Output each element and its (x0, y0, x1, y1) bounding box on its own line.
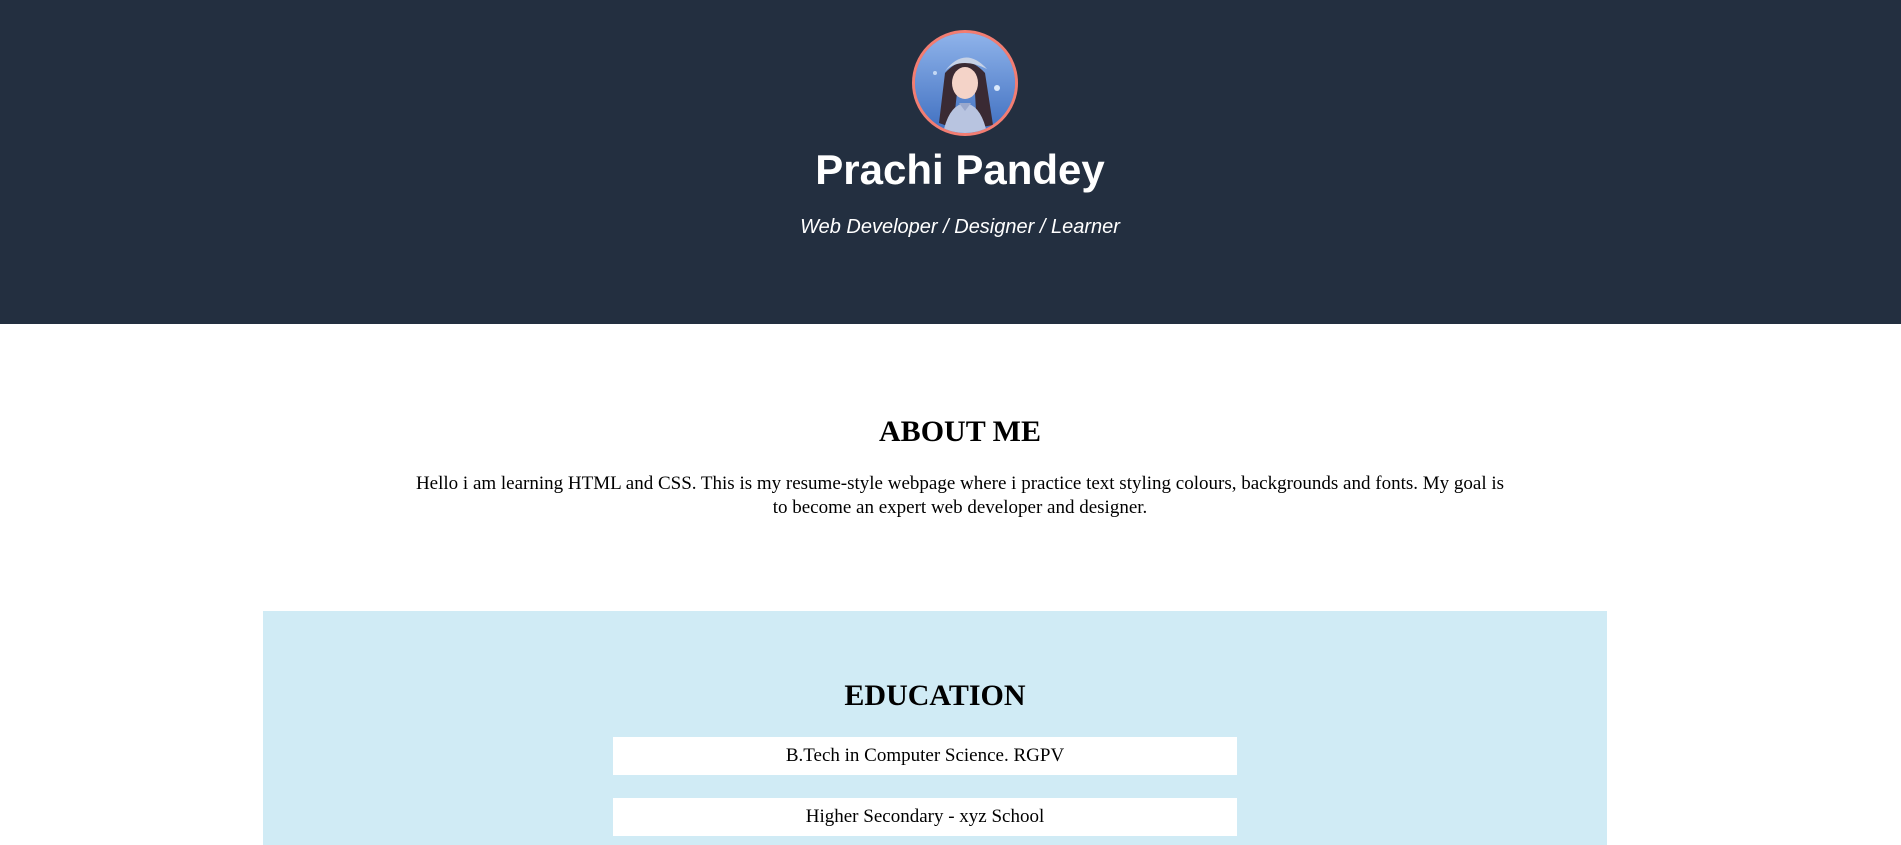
education-item: Higher Secondary - xyz School (613, 798, 1237, 836)
profile-tagline: Web Developer / Designer / Learner (800, 216, 1120, 238)
education-heading: EDUCATION (844, 679, 1026, 712)
profile-name: Prachi Pandey (815, 146, 1105, 193)
about-heading: ABOUT ME (879, 415, 1041, 448)
profile-header: Prachi Pandey Web Developer / Designer /… (0, 0, 1901, 324)
education-item: B.Tech in Computer Science. RGPV (613, 737, 1237, 775)
avatar (912, 30, 1018, 136)
about-description: Hello i am learning HTML and CSS. This i… (415, 473, 1505, 518)
avatar-image (915, 33, 1015, 133)
education-section: EDUCATION B.Tech in Computer Science. RG… (263, 611, 1607, 845)
